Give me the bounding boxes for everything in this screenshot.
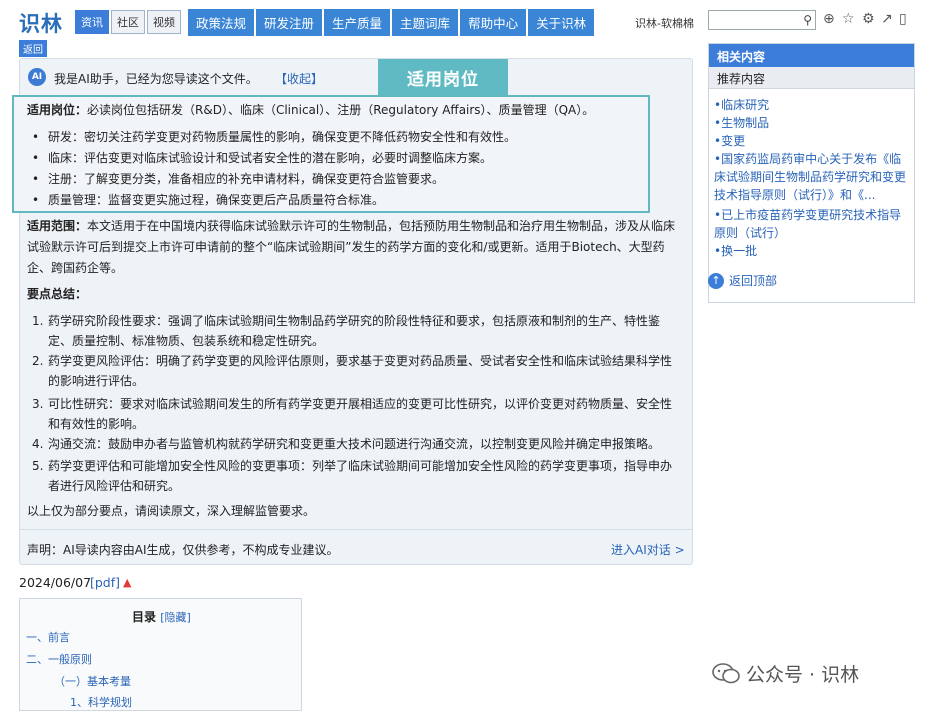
list-item: 1. 药学研究阶段性要求：强调了临床试验期间生物制品药学研究的阶段性特征和要求，包… (32, 314, 661, 328)
toc-item[interactable]: 二、一般原则 (26, 651, 92, 667)
list-item: • 质量管理：监督变更实施过程，确保变更后产品质量符合标准。 (32, 193, 385, 207)
sidebar-link[interactable]: •已上市疫苗药学变更研究技术指导原则（试行） (714, 206, 910, 242)
back-button[interactable]: 返回 (19, 40, 47, 57)
toc-item[interactable]: 一、前言 (26, 629, 70, 645)
role-qa: 质量管理：监督变更实施过程，确保变更后产品质量符合标准。 (48, 193, 385, 207)
list-item: • 注册：了解变更分类，准备相应的补充申请材料，确保变更符合监管要求。 (32, 172, 445, 186)
scope-line-3: 企、跨国药企等。 (27, 261, 124, 275)
disclaimer: 声明：AI导读内容由AI生成，仅供参考，不构成专业建议。 (27, 543, 339, 557)
list-item: 3. 可比性研究：要求对临床试验期间发生的所有药学变更开展相适应的变更可比性研究，… (32, 397, 673, 411)
toc-item[interactable]: 1、科学规划 (70, 694, 132, 710)
toc-item[interactable]: （一）基本考量 (54, 673, 131, 689)
star-icon[interactable]: ☆ (842, 11, 855, 27)
zoom-icon[interactable]: ⊕ (823, 11, 835, 27)
wechat-watermark: 公众号 · 识林 (712, 660, 859, 687)
list-item-cont: 和有效性的影响。 (48, 417, 145, 431)
sidebar-title: 相关内容 (709, 44, 914, 67)
enter-ai-chat-link[interactable]: 进入AI对话 > (611, 541, 685, 558)
back-to-top-link[interactable]: ↑ 返回顶部 (708, 272, 777, 289)
footer-note: 以上仅为部分要点，请阅读原文，深入理解监管要求。 (27, 504, 316, 518)
roles-banner: 适用岗位 (378, 59, 508, 95)
nav-thesaurus[interactable]: 主题词库 (392, 9, 459, 36)
roles-label: 适用岗位： (27, 103, 88, 117)
site-logo[interactable]: 识林 (19, 8, 63, 38)
search-input[interactable] (709, 13, 795, 32)
pdf-link[interactable]: [pdf] (90, 575, 120, 590)
tab-news[interactable]: 资讯 (75, 10, 109, 34)
nav-policy[interactable]: 政策法规 (188, 9, 255, 36)
scope-text-1: 本文适用于在中国境内获得临床试验默示许可的生物制品，包括预防用生物制品和治疗用生… (87, 219, 676, 233)
sidebar-subtitle: 推荐内容 (709, 67, 914, 89)
sidebar-link[interactable]: •生物制品 (714, 114, 910, 132)
list-item: 5. 药学变更评估和可能增加安全性风险的变更事项：列举了临床试验期间可能增加安全性… (32, 459, 673, 473)
role-clinical: 临床：评估变更对临床试验设计和受试者安全性的潜在影响，必要时调整临床方案。 (48, 151, 493, 165)
collapse-link[interactable]: 【收起】 (275, 70, 323, 87)
user-name[interactable]: 识林-软棉棉 (635, 15, 694, 31)
mobile-icon[interactable]: ▯ (899, 11, 907, 27)
toc-title: 目录 [隐藏] (132, 610, 191, 624)
search-icon[interactable]: ⚲ (803, 13, 812, 27)
pdf-icon[interactable]: ▲ (123, 576, 131, 589)
tab-video[interactable]: 视频 (147, 10, 181, 34)
wechat-icon (712, 662, 740, 685)
sidebar-link[interactable]: •变更 (714, 132, 910, 150)
summary-label: 要点总结： (27, 287, 88, 301)
nav-rd[interactable]: 研发注册 (256, 9, 323, 36)
ai-intro-text: 我是AI助手，已经为您导读这个文件。 (54, 72, 258, 86)
share-icon[interactable]: ↗ (881, 11, 893, 27)
roles-text: 必读岗位包括研发（R&D）、临床（Clinical）、注册（Regulatory… (87, 103, 595, 117)
scope-label: 适用范围： (27, 219, 88, 233)
sidebar-link[interactable]: •换一批 (714, 242, 910, 260)
sub-tabs: 资讯 社区 视频 (75, 10, 183, 34)
list-item: 4. 沟通交流：鼓励申办者与监管机构就药学研究和变更重大技术问题进行沟通交流，以控… (32, 437, 661, 451)
arrow-up-icon: ↑ (708, 272, 724, 289)
role-rd: 研发：密切关注药学变更对药物质量属性的影响，确保变更不降低药物安全性和有效性。 (48, 130, 517, 144)
divider (20, 529, 692, 530)
main-nav: 政策法规 研发注册 生产质量 主题词库 帮助中心 关于识林 (188, 9, 596, 36)
list-item-cont: 者进行风险评估和研究。 (48, 479, 181, 493)
toc-hide-link[interactable]: [隐藏] (160, 611, 191, 624)
roles-line: 适用岗位：必读岗位包括研发（R&D）、临床（Clinical）、注册（Regul… (27, 100, 594, 121)
list-item: 2. 药学变更风险评估：明确了药学变更的风险评估原则，要求基于变更对药品质量、受试… (32, 354, 673, 368)
list-item: • 临床：评估变更对临床试验设计和受试者安全性的潜在影响，必要时调整临床方案。 (32, 151, 493, 165)
ai-badge-icon: AI (28, 68, 46, 86)
role-regulatory: 注册：了解变更分类，准备相应的补充申请材料，确保变更符合监管要求。 (48, 172, 445, 186)
scope-line-1: 适用范围：本文适用于在中国境内获得临床试验默示许可的生物制品，包括预防用生物制品… (27, 216, 675, 237)
sidebar-link[interactable]: •临床研究 (714, 96, 910, 114)
nav-help[interactable]: 帮助中心 (460, 9, 527, 36)
search-box: ⚲ (708, 10, 816, 32)
gear-icon[interactable]: ⚙ (862, 11, 875, 27)
tab-community[interactable]: 社区 (111, 10, 145, 34)
doc-date: 2024/06/07 (19, 575, 92, 590)
scope-line-2: 试验默示许可后到提交上市许可申请前的整个“临床试验期间”发生的药学方面的变化和/… (27, 240, 665, 254)
list-item-cont: 的影响进行评估。 (48, 374, 145, 388)
sidebar-link[interactable]: •国家药监局药审中心关于发布《临床试验期间生物制品药学研究和变更技术指导原则（试… (714, 150, 910, 204)
list-item-cont: 定、质量控制、标准物质、包装系统和稳定性研究。 (48, 334, 325, 348)
nav-quality[interactable]: 生产质量 (324, 9, 391, 36)
nav-about[interactable]: 关于识林 (528, 9, 595, 36)
table-of-contents: 目录 [隐藏] 一、前言 二、一般原则 （一）基本考量 1、科学规划 (19, 598, 302, 711)
list-item: • 研发：密切关注药学变更对药物质量属性的影响，确保变更不降低药物安全性和有效性。 (32, 130, 517, 144)
